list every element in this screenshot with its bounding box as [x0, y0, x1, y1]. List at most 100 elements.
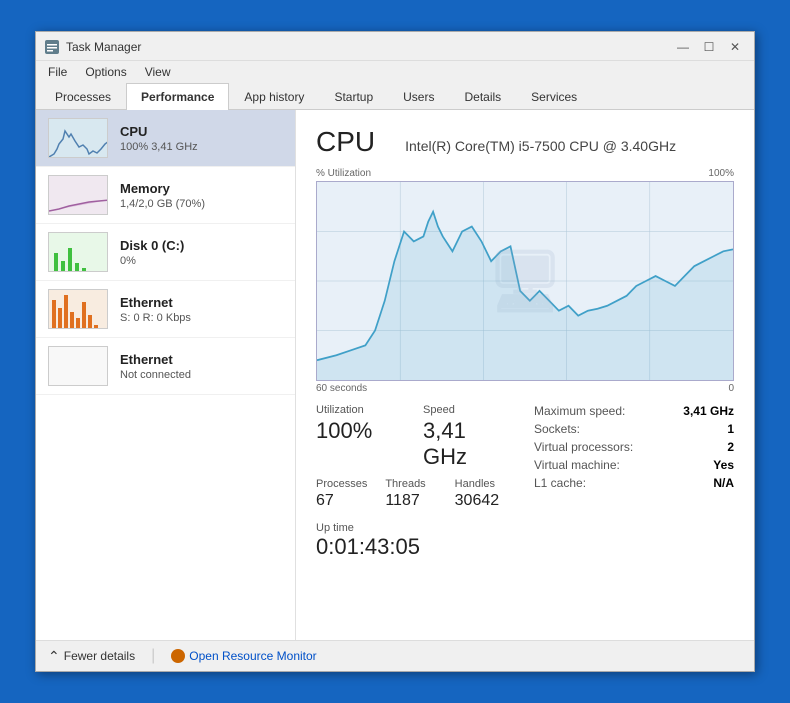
tab-users[interactable]: Users: [388, 83, 449, 110]
sidebar-item-memory[interactable]: Memory 1,4/2,0 GB (70%): [36, 167, 295, 224]
cpu-header: CPU Intel(R) Core(TM) i5-7500 CPU @ 3.40…: [316, 126, 734, 158]
menu-file[interactable]: File: [40, 63, 75, 81]
menu-view[interactable]: View: [137, 63, 179, 81]
stats-grid: Utilization 100% Speed 3,41 GHz: [316, 404, 514, 470]
vm-label: Virtual machine:: [534, 458, 620, 472]
window-title: Task Manager: [66, 40, 141, 54]
ethernet1-thumb: [48, 289, 108, 329]
tab-services[interactable]: Services: [516, 83, 592, 110]
tab-details[interactable]: Details: [449, 83, 516, 110]
memory-info: Memory 1,4/2,0 GB (70%): [120, 181, 283, 210]
tab-processes[interactable]: Processes: [40, 83, 126, 110]
graph-labels: % Utilization 100%: [316, 168, 734, 179]
cpu-graph: 🖥: [316, 181, 734, 381]
l1-val: N/A: [713, 476, 734, 490]
speed-label: Speed: [423, 404, 514, 416]
ethernet2-thumb: [48, 346, 108, 386]
open-resource-monitor-link[interactable]: Open Resource Monitor: [171, 649, 316, 663]
uptime-section: Up time 0:01:43:05: [316, 522, 514, 560]
processes-label: Processes: [316, 478, 375, 490]
tab-startup[interactable]: Startup: [319, 83, 388, 110]
task-manager-window: Task Manager — ☐ ✕ File Options View Pro…: [35, 31, 755, 672]
title-bar-left: Task Manager: [44, 39, 141, 55]
stats-row2: Processes 67 Threads 1187 Handles 30642: [316, 478, 514, 510]
disk-sidebar-sub: 0%: [120, 255, 283, 267]
cpu-model: Intel(R) Core(TM) i5-7500 CPU @ 3.40GHz: [405, 138, 676, 154]
time-start: 60 seconds: [316, 383, 367, 394]
utilization-value: 100%: [316, 418, 407, 444]
fewer-details-button[interactable]: ⌃ Fewer details: [48, 648, 135, 665]
tab-app-history[interactable]: App history: [229, 83, 319, 110]
content-area: CPU 100% 3,41 GHz Memory 1,4/2,0 GB (70%…: [36, 110, 754, 640]
memory-sidebar-sub: 1,4/2,0 GB (70%): [120, 198, 283, 210]
cpu-sidebar-title: CPU: [120, 124, 283, 139]
ethernet1-sidebar-title: Ethernet: [120, 295, 283, 310]
l1-label: L1 cache:: [534, 476, 586, 490]
disk-sidebar-title: Disk 0 (C:): [120, 238, 283, 253]
speed-value: 3,41 GHz: [423, 418, 514, 470]
uptime-value: 0:01:43:05: [316, 534, 514, 560]
threads-label: Threads: [385, 478, 444, 490]
graph-y-max: 100%: [708, 168, 734, 179]
handles-block: Handles 30642: [455, 478, 514, 510]
threads-block: Threads 1187: [385, 478, 444, 510]
maximize-button[interactable]: ☐: [698, 38, 720, 56]
cpu-mini-chart: [49, 119, 108, 158]
menu-options[interactable]: Options: [77, 63, 134, 81]
app-icon: [44, 39, 60, 55]
vm-row: Virtual machine: Yes: [534, 458, 734, 472]
left-stats: Utilization 100% Speed 3,41 GHz Processe…: [316, 404, 514, 560]
memory-sidebar-title: Memory: [120, 181, 283, 196]
utilization-block: Utilization 100%: [316, 404, 407, 470]
footer-divider: |: [151, 647, 155, 665]
time-labels: 60 seconds 0: [316, 383, 734, 394]
handles-label: Handles: [455, 478, 514, 490]
vproc-row: Virtual processors: 2: [534, 440, 734, 454]
processes-value: 67: [316, 492, 375, 510]
sidebar-item-cpu[interactable]: CPU 100% 3,41 GHz: [36, 110, 295, 167]
memory-thumb: [48, 175, 108, 215]
title-bar: Task Manager — ☐ ✕: [36, 32, 754, 61]
ethernet2-sidebar-title: Ethernet: [120, 352, 283, 367]
sidebar-item-disk[interactable]: Disk 0 (C:) 0%: [36, 224, 295, 281]
handles-value: 30642: [455, 492, 514, 510]
menu-bar: File Options View: [36, 61, 754, 83]
processes-block: Processes 67: [316, 478, 375, 510]
footer: ⌃ Fewer details | Open Resource Monitor: [36, 640, 754, 671]
sidebar-item-ethernet1[interactable]: Ethernet S: 0 R: 0 Kbps: [36, 281, 295, 338]
cpu-thumb: [48, 118, 108, 158]
sidebar-item-ethernet2[interactable]: Ethernet Not connected: [36, 338, 295, 395]
threads-value: 1187: [385, 492, 444, 510]
chevron-up-icon: ⌃: [48, 648, 60, 665]
stats-section: Utilization 100% Speed 3,41 GHz Processe…: [316, 404, 734, 560]
ethernet2-mini-chart: [49, 347, 108, 386]
vproc-val: 2: [727, 440, 734, 454]
max-speed-row: Maximum speed: 3,41 GHz: [534, 404, 734, 418]
max-speed-label: Maximum speed:: [534, 404, 625, 418]
vm-val: Yes: [713, 458, 734, 472]
time-end: 0: [728, 383, 734, 394]
graph-y-label: % Utilization: [316, 168, 371, 179]
l1-row: L1 cache: N/A: [534, 476, 734, 490]
disk-thumb: [48, 232, 108, 272]
cpu-info: CPU 100% 3,41 GHz: [120, 124, 283, 153]
left-panel: CPU 100% 3,41 GHz Memory 1,4/2,0 GB (70%…: [36, 110, 296, 640]
sockets-val: 1: [727, 422, 734, 436]
sockets-label: Sockets:: [534, 422, 580, 436]
resource-monitor-icon: [171, 649, 185, 663]
title-bar-controls: — ☐ ✕: [672, 38, 746, 56]
close-button[interactable]: ✕: [724, 38, 746, 56]
minimize-button[interactable]: —: [672, 38, 694, 56]
vproc-label: Virtual processors:: [534, 440, 633, 454]
disk-info: Disk 0 (C:) 0%: [120, 238, 283, 267]
cpu-sidebar-sub: 100% 3,41 GHz: [120, 141, 283, 153]
speed-block: Speed 3,41 GHz: [423, 404, 514, 470]
right-panel: CPU Intel(R) Core(TM) i5-7500 CPU @ 3.40…: [296, 110, 754, 640]
cpu-graph-svg: [317, 182, 733, 380]
memory-mini-chart: [49, 176, 108, 215]
max-speed-val: 3,41 GHz: [683, 404, 734, 418]
ethernet2-info: Ethernet Not connected: [120, 352, 283, 381]
utilization-label: Utilization: [316, 404, 407, 416]
tab-performance[interactable]: Performance: [126, 83, 229, 110]
tab-bar: Processes Performance App history Startu…: [36, 83, 754, 110]
